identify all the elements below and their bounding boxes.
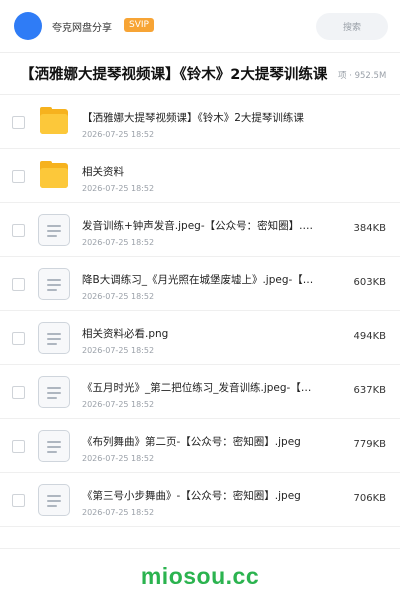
file-name: 发音训练+钟声发音.jpeg-【公众号：密知圈】.… — [82, 220, 313, 232]
user-name[interactable]: 夸克网盘分享 — [52, 19, 112, 34]
file-name: 【洒雅娜大提琴视频课】《铃木》2大提琴训练课 — [82, 112, 304, 124]
select-checkbox[interactable] — [12, 278, 25, 291]
document-icon — [38, 484, 70, 516]
folder-icon — [38, 106, 70, 138]
list-item[interactable]: 相关资料 2026-07-25 18:52 — [0, 149, 400, 203]
top-bar: 夸克网盘分享 SVIP 搜索 — [0, 0, 400, 52]
list-item[interactable]: 相关资料必看.png 2026-07-25 18:52 494KB — [0, 311, 400, 365]
divider — [0, 548, 400, 549]
file-size: 637KB — [353, 385, 386, 396]
document-icon — [38, 268, 70, 300]
select-checkbox[interactable] — [12, 494, 25, 507]
file-list: 【洒雅娜大提琴视频课】《铃木》2大提琴训练课 2026-07-25 18:52 … — [0, 95, 400, 527]
file-size: 384KB — [353, 223, 386, 234]
select-checkbox[interactable] — [12, 332, 25, 345]
list-item[interactable]: 【洒雅娜大提琴视频课】《铃木》2大提琴训练课 2026-07-25 18:52 — [0, 95, 400, 149]
select-checkbox[interactable] — [12, 224, 25, 237]
search-button[interactable]: 搜索 — [316, 13, 388, 40]
file-date: 2026-07-25 18:52 — [82, 238, 155, 247]
search-label: 搜索 — [342, 23, 361, 33]
share-meta: 项 · 952.5M — [338, 71, 387, 81]
file-name: 《第三号小步舞曲》-【公众号：密知圈】.jpeg — [82, 490, 301, 502]
divider — [0, 52, 400, 53]
share-title: 【洒雅娜大提琴视频课】《铃木》2大提琴训练课 — [20, 67, 328, 83]
file-date: 2026-07-25 18:52 — [82, 508, 155, 517]
select-checkbox[interactable] — [12, 116, 25, 129]
file-name: 《布列舞曲》第二页-【公众号：密知圈】.jpeg — [82, 436, 301, 448]
file-date: 2026-07-25 18:52 — [82, 184, 155, 193]
file-size: 603KB — [353, 277, 386, 288]
file-name: 相关资料 — [82, 166, 124, 178]
document-icon — [38, 376, 70, 408]
select-checkbox[interactable] — [12, 386, 25, 399]
list-item[interactable]: 《布列舞曲》第二页-【公众号：密知圈】.jpeg 2026-07-25 18:5… — [0, 419, 400, 473]
file-size: 494KB — [353, 331, 386, 342]
file-name: 相关资料必看.png — [82, 328, 169, 340]
file-size: 779KB — [353, 439, 386, 450]
avatar[interactable] — [14, 12, 42, 40]
file-date: 2026-07-25 18:52 — [82, 400, 155, 409]
document-icon — [38, 214, 70, 246]
list-item[interactable]: 《第三号小步舞曲》-【公众号：密知圈】.jpeg 2026-07-25 18:5… — [0, 473, 400, 527]
svip-badge: SVIP — [124, 18, 154, 32]
file-name: 降B大调练习_《月光照在城堡废墟上》.jpeg-【… — [82, 274, 314, 286]
file-date: 2026-07-25 18:52 — [82, 346, 155, 355]
file-date: 2026-07-25 18:52 — [82, 454, 155, 463]
list-item[interactable]: 降B大调练习_《月光照在城堡废墟上》.jpeg-【… 2026-07-25 18… — [0, 257, 400, 311]
list-item[interactable]: 发音训练+钟声发音.jpeg-【公众号：密知圈】.… 2026-07-25 18… — [0, 203, 400, 257]
file-size: 706KB — [353, 493, 386, 504]
select-checkbox[interactable] — [12, 440, 25, 453]
document-icon — [38, 430, 70, 462]
file-name: 《五月时光》_第二把位练习_发音训练.jpeg-【… — [82, 382, 312, 394]
folder-icon — [38, 160, 70, 192]
file-date: 2026-07-25 18:52 — [82, 130, 155, 139]
list-item[interactable]: 《五月时光》_第二把位练习_发音训练.jpeg-【… 2026-07-25 18… — [0, 365, 400, 419]
document-icon — [38, 322, 70, 354]
file-date: 2026-07-25 18:52 — [82, 292, 155, 301]
watermark: miosou.cc — [140, 563, 260, 589]
select-checkbox[interactable] — [12, 170, 25, 183]
